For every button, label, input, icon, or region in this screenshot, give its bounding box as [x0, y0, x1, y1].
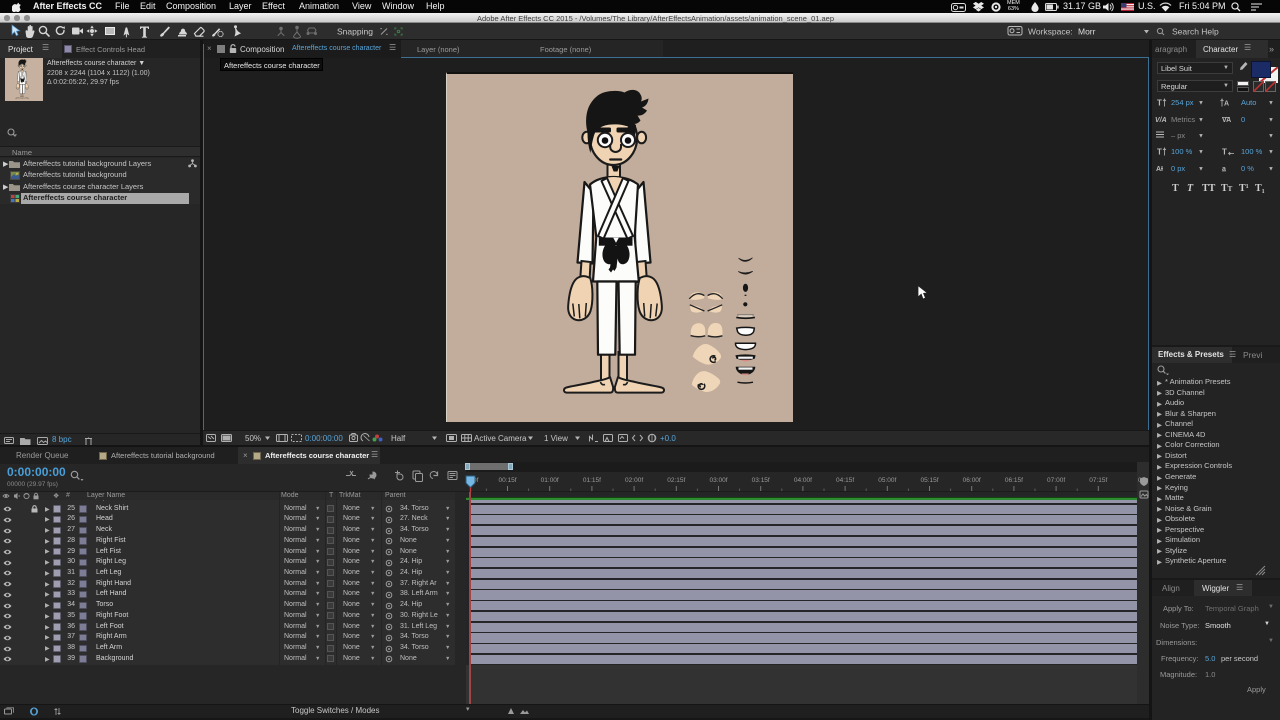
svg-text:V/A: V/A: [1155, 117, 1167, 124]
svg-text:T: T: [1222, 148, 1227, 157]
svg-text:0: 0: [1241, 115, 1245, 124]
svg-text:00:15f: 00:15f: [498, 477, 516, 484]
svg-text:AƗ: AƗ: [1156, 166, 1163, 173]
svg-text:03:00f: 03:00f: [709, 477, 727, 484]
svg-text:07:15f: 07:15f: [1089, 477, 1107, 484]
svg-text:Auto: Auto: [1241, 98, 1256, 107]
svg-text:Active Camera: Active Camera: [474, 434, 527, 443]
svg-text:▼: ▼: [1198, 167, 1204, 173]
svg-text:04:00f: 04:00f: [794, 477, 812, 484]
svg-text:▼: ▼: [1268, 134, 1274, 140]
svg-text:▼: ▼: [1268, 167, 1274, 173]
svg-text:– px: – px: [1171, 131, 1185, 140]
svg-text:50%: 50%: [245, 434, 261, 443]
svg-text:T1: T1: [1255, 183, 1265, 195]
svg-text:Half: Half: [391, 434, 406, 443]
svg-text:Morr: Morr: [1078, 26, 1096, 36]
svg-text:T: T: [1172, 183, 1179, 194]
svg-text:0 %: 0 %: [1241, 164, 1254, 173]
svg-text:100 %: 100 %: [1171, 147, 1193, 156]
svg-text:02:15f: 02:15f: [667, 477, 685, 484]
svg-text:▼: ▼: [1198, 118, 1204, 124]
svg-text:Workspace:: Workspace:: [1028, 26, 1073, 36]
svg-text:06:15f: 06:15f: [1005, 477, 1023, 484]
svg-text:+0.0: +0.0: [660, 434, 676, 443]
svg-text:05:15f: 05:15f: [920, 477, 938, 484]
svg-text:▼: ▼: [1198, 101, 1204, 107]
svg-text:A: A: [1224, 101, 1229, 108]
svg-text:Metrics: Metrics: [1171, 115, 1195, 124]
svg-text:▼: ▼: [1198, 134, 1204, 140]
svg-text:▼: ▼: [1268, 150, 1274, 156]
svg-text:T1: T1: [1239, 183, 1249, 194]
svg-text:▼: ▼: [1198, 150, 1204, 156]
svg-text:0 px: 0 px: [1171, 164, 1185, 173]
svg-text:▼: ▼: [1268, 118, 1274, 124]
svg-text:a̲: a̲: [1222, 166, 1227, 173]
svg-text:254 px: 254 px: [1171, 98, 1194, 107]
svg-text:T: T: [1157, 99, 1162, 108]
svg-text:TT: TT: [1202, 183, 1216, 194]
svg-text:100 %: 100 %: [1241, 147, 1263, 156]
svg-text:03:15f: 03:15f: [752, 477, 770, 484]
svg-text:Search Help: Search Help: [1172, 26, 1219, 36]
svg-text:TT: TT: [1221, 183, 1233, 194]
svg-text:1 View: 1 View: [544, 434, 568, 443]
svg-text:T: T: [1187, 183, 1194, 194]
svg-text:Snapping: Snapping: [337, 26, 373, 36]
svg-text:06:00f: 06:00f: [963, 477, 981, 484]
svg-text:04:15f: 04:15f: [836, 477, 854, 484]
svg-text:07:00f: 07:00f: [1047, 477, 1065, 484]
svg-text:02:00f: 02:00f: [625, 477, 643, 484]
svg-text:▼: ▼: [1268, 101, 1274, 107]
svg-text:0:00:00:00: 0:00:00:00: [305, 434, 343, 443]
svg-text:05:00f: 05:00f: [878, 477, 896, 484]
svg-text:01:15f: 01:15f: [583, 477, 601, 484]
svg-text:01:00f: 01:00f: [541, 477, 559, 484]
svg-text:T: T: [1157, 148, 1162, 157]
svg-text:VA: VA: [1222, 117, 1231, 124]
